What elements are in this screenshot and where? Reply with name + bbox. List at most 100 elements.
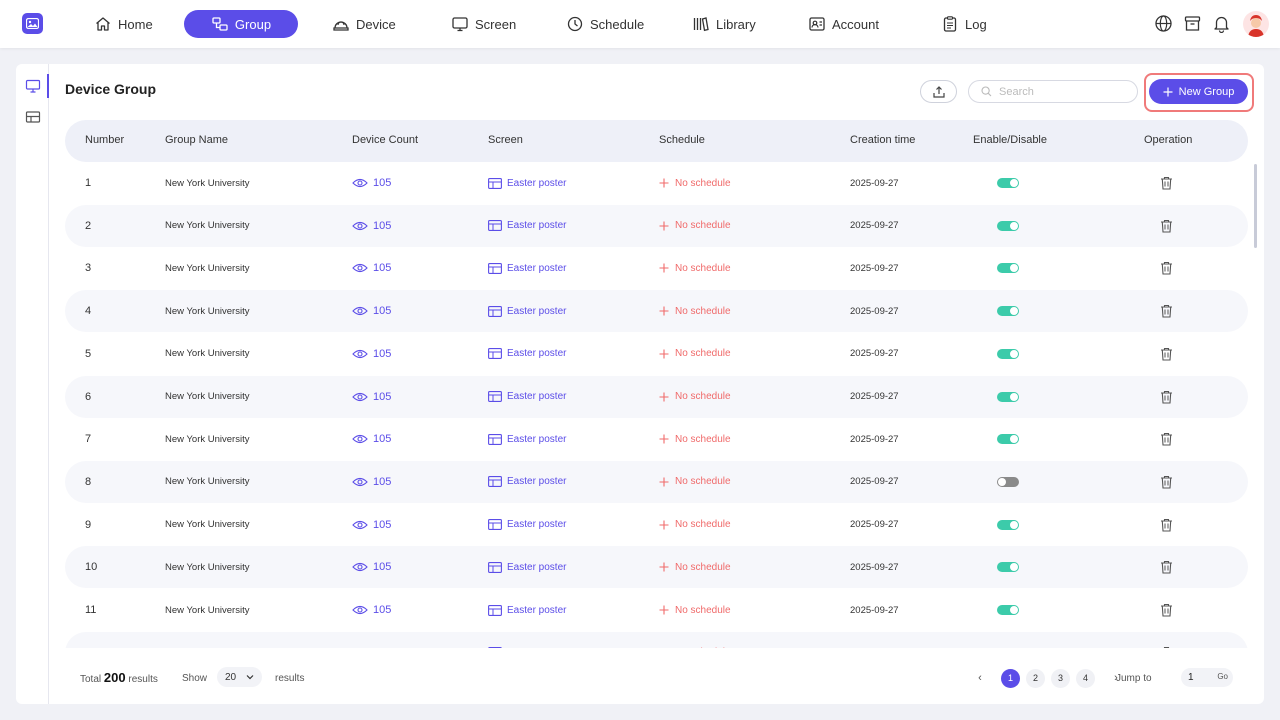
device-count-link[interactable]: 105 [352, 546, 391, 588]
search-input[interactable] [999, 85, 1119, 98]
enable-toggle[interactable] [997, 220, 1019, 231]
schedule-link[interactable]: No schedule [659, 333, 731, 375]
enable-toggle[interactable] [997, 348, 1019, 359]
plus-icon [659, 605, 669, 615]
device-count-link[interactable]: 105 [352, 461, 391, 503]
delete-button[interactable] [1160, 376, 1173, 418]
nav-log[interactable]: Log [931, 10, 997, 38]
schedule-link[interactable]: No schedule [659, 461, 731, 503]
enable-toggle[interactable] [997, 263, 1019, 274]
export-button[interactable] [920, 80, 957, 103]
nav-group[interactable]: Group [184, 10, 298, 38]
device-count-link[interactable]: 105 [352, 247, 391, 289]
delete-button[interactable] [1160, 418, 1173, 460]
row-group-name: New York University [165, 220, 250, 232]
device-count-link[interactable]: 105 [352, 333, 391, 375]
delete-button[interactable] [1160, 504, 1173, 546]
new-group-button[interactable]: New Group [1149, 79, 1248, 104]
enable-toggle[interactable] [997, 178, 1019, 188]
enable-toggle[interactable] [997, 306, 1019, 317]
screen-link[interactable]: Easter poster [488, 205, 566, 247]
delete-button[interactable] [1160, 162, 1173, 204]
page-button-2[interactable]: 2 [1026, 668, 1045, 688]
delete-button[interactable] [1160, 290, 1173, 332]
schedule-link[interactable]: No schedule [659, 632, 731, 648]
layout-icon[interactable] [25, 109, 41, 125]
page-button-3[interactable]: 3 [1051, 668, 1070, 688]
screen-link[interactable]: Easter poster [488, 333, 566, 375]
schedule-link[interactable]: No schedule [659, 205, 731, 247]
enable-toggle-cell [997, 632, 1019, 648]
header-device-count: Device Count [352, 134, 419, 146]
device-count-link[interactable]: 105 [352, 589, 391, 631]
enable-toggle[interactable] [997, 605, 1019, 615]
prev-page-icon[interactable]: ‹ [973, 671, 987, 685]
screen-link[interactable]: Easter poster [488, 376, 566, 418]
screen-link[interactable]: Easter poster [488, 418, 566, 460]
enable-toggle[interactable] [997, 391, 1019, 402]
screen-link[interactable]: Easter poster [488, 162, 566, 204]
bell-icon[interactable] [1212, 14, 1231, 33]
nav-account[interactable]: Account [798, 10, 889, 38]
delete-button[interactable] [1160, 589, 1173, 631]
nav-home[interactable]: Home [84, 10, 163, 38]
screen-name: Easter poster [507, 348, 567, 360]
screen-name: Easter poster [507, 519, 567, 531]
eye-icon [352, 349, 368, 358]
device-count-link[interactable]: 105 [352, 632, 391, 648]
screen-link[interactable]: Easter poster [488, 504, 566, 546]
schedule-link[interactable]: No schedule [659, 376, 731, 418]
delete-button[interactable] [1160, 247, 1173, 289]
pagination: ‹ 1 2 3 4 › [973, 668, 1123, 688]
device-count-link[interactable]: 105 [352, 376, 391, 418]
page-size-select[interactable]: 20 [217, 667, 262, 687]
row-number: 5 [85, 347, 92, 360]
nav-schedule[interactable]: Schedule [556, 10, 654, 38]
screen-link[interactable]: Easter poster [488, 546, 566, 588]
screen-link[interactable]: Easter poster [488, 290, 566, 332]
nav-library[interactable]: Library [682, 10, 766, 38]
monitor-icon[interactable] [25, 78, 41, 94]
side-toolbar [16, 64, 49, 704]
screen-icon [452, 17, 468, 32]
user-avatar[interactable] [1243, 11, 1269, 37]
search-box [968, 80, 1138, 103]
nav-screen[interactable]: Screen [441, 10, 526, 38]
table-scrollbar[interactable] [1254, 164, 1257, 248]
table-row: 4 New York University 105 Easter poster No s… [65, 290, 1248, 333]
enable-toggle[interactable] [997, 562, 1019, 573]
device-count-link[interactable]: 105 [352, 162, 391, 204]
schedule-link[interactable]: No schedule [659, 546, 731, 588]
delete-button[interactable] [1160, 546, 1173, 588]
screen-link[interactable]: Easter poster [488, 247, 566, 289]
enable-toggle[interactable] [997, 476, 1019, 487]
globe-icon[interactable] [1154, 14, 1173, 33]
schedule-link[interactable]: No schedule [659, 504, 731, 546]
screen-link[interactable]: Easter poster [488, 589, 566, 631]
page-button-1[interactable]: 1 [1001, 668, 1020, 688]
schedule-link[interactable]: No schedule [659, 247, 731, 289]
archive-icon[interactable] [1183, 14, 1202, 33]
delete-button[interactable] [1160, 333, 1173, 375]
app-logo-icon[interactable] [22, 13, 43, 34]
delete-button[interactable] [1160, 461, 1173, 503]
device-count-link[interactable]: 105 [352, 290, 391, 332]
go-button[interactable]: Go [1217, 672, 1228, 681]
jump-to-input[interactable]: 1 Go [1181, 668, 1233, 687]
schedule-link[interactable]: No schedule [659, 418, 731, 460]
nav-device[interactable]: Device [322, 10, 406, 38]
screen-link[interactable]: Easter poster [488, 632, 566, 648]
schedule-link[interactable]: No schedule [659, 162, 731, 204]
enable-toggle[interactable] [997, 434, 1019, 445]
schedule-link[interactable]: No schedule [659, 290, 731, 332]
page-button-4[interactable]: 4 [1076, 668, 1095, 688]
delete-button[interactable] [1160, 205, 1173, 247]
screen-link[interactable]: Easter poster [488, 461, 566, 503]
enable-toggle[interactable] [997, 519, 1019, 530]
device-count-link[interactable]: 105 [352, 504, 391, 546]
device-count-link[interactable]: 105 [352, 205, 391, 247]
delete-button[interactable] [1160, 632, 1173, 648]
schedule-link[interactable]: No schedule [659, 589, 731, 631]
jump-value: 1 [1188, 672, 1194, 683]
device-count-link[interactable]: 105 [352, 418, 391, 460]
